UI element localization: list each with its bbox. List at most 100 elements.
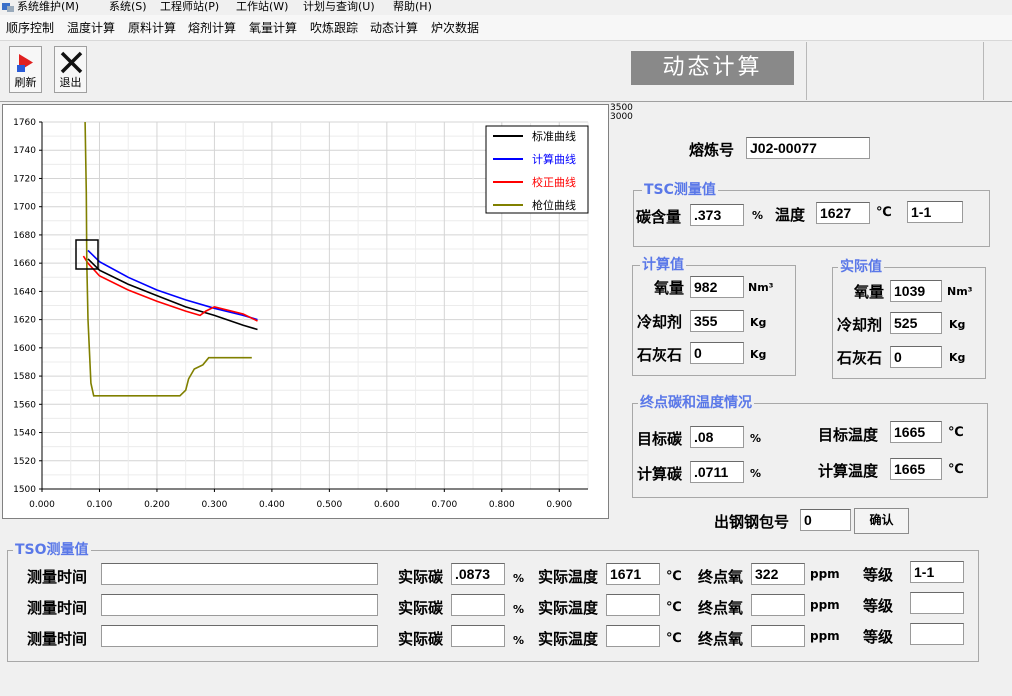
toolbar-divider: [806, 42, 807, 100]
legend-label: 计算曲线: [532, 152, 576, 166]
tso-oxygen-field[interactable]: 322: [751, 563, 805, 585]
y-tick-label: 1580: [13, 372, 36, 382]
tso-time-field[interactable]: [101, 594, 378, 616]
y-tick-label: 1760: [13, 118, 36, 128]
tso-grade-field[interactable]: 1-1: [910, 561, 964, 583]
tso-carbon-unit: %: [513, 572, 525, 585]
nav-item-raw-material[interactable]: 原料计算: [128, 15, 176, 41]
toolbar: 刷新 退出: [0, 41, 1012, 102]
tso-oxygen-label: 终点氧: [698, 630, 744, 648]
calc-coolant-label: 冷却剂: [637, 313, 683, 331]
x-tick-label: 0.100: [87, 500, 113, 510]
tso-oxygen-unit: ppm: [810, 567, 840, 581]
tso-temp-field[interactable]: [606, 625, 660, 647]
calc-carbon-label: 计算碳: [637, 465, 683, 483]
tso-time-label: 测量时间: [27, 568, 88, 586]
y-tick-label: 1540: [13, 429, 36, 439]
calc-oxygen-field[interactable]: 982: [690, 276, 744, 298]
y-tick-label: 1660: [13, 259, 36, 269]
legend-label: 枪位曲线: [532, 198, 576, 212]
menu-item-help[interactable]: 帮助(H): [393, 0, 432, 13]
tso-carbon-field[interactable]: [451, 625, 505, 647]
refresh-label: 刷新: [14, 76, 37, 89]
nav-item-oxygen[interactable]: 氧量计算: [249, 15, 297, 41]
tso-time-field[interactable]: [101, 563, 378, 585]
heat-no-label: 熔炼号: [689, 141, 735, 159]
actual-oxygen-field[interactable]: 1039: [890, 280, 942, 302]
tsc-carbon-field[interactable]: .373: [690, 204, 744, 226]
tso-temp-label: 实际温度: [538, 568, 599, 586]
tso-group-title: TSO测量值: [13, 542, 91, 558]
tsc-temp-field[interactable]: 1627: [816, 202, 870, 224]
dynamic-chart: 1760 1740 1720 1700 1680 1660 1640 1620 1600 1580…: [13, 118, 589, 510]
nav-item-flux[interactable]: 熔剂计算: [188, 15, 236, 41]
target-temp-field[interactable]: 1665: [890, 421, 942, 443]
calc-carbon-field[interactable]: .0711: [690, 461, 744, 483]
tso-temp-unit: ℃: [666, 631, 682, 646]
tso-time-field[interactable]: [101, 625, 378, 647]
actual-coolant-field[interactable]: 525: [890, 312, 942, 334]
menu-item-plan-query[interactable]: 计划与查询(U): [303, 0, 375, 13]
menu-item-workstation[interactable]: 工作站(W): [236, 0, 288, 13]
series-line: [87, 249, 258, 321]
y-tick-label: 1600: [13, 344, 36, 354]
calc-lime-unit: Kg: [750, 348, 767, 361]
tso-carbon-label: 实际碳: [398, 630, 444, 648]
target-carbon-field[interactable]: .08: [690, 426, 744, 448]
menu-item-engineer-station[interactable]: 工程师站(P): [160, 0, 219, 13]
tso-grade-label: 等级: [863, 628, 894, 646]
x-tick-label: 0.400: [259, 500, 285, 510]
nav-item-heat-data[interactable]: 炉次数据: [431, 15, 479, 41]
calc-lime-field[interactable]: 0: [690, 342, 744, 364]
tso-time-label: 测量时间: [27, 599, 88, 617]
secondary-axis-label: 3000: [610, 112, 633, 122]
actual-lime-field[interactable]: 0: [890, 346, 942, 368]
tso-oxygen-unit: ppm: [810, 629, 840, 643]
tso-oxygen-field[interactable]: [751, 625, 805, 647]
tso-carbon-field[interactable]: .0873: [451, 563, 505, 585]
toolbar-divider: [983, 42, 984, 100]
menu-bar: 系统维护(M) 系统(S) 工程师站(P) 工作站(W) 计划与查询(U) 帮助…: [0, 0, 1012, 14]
x-tick-label: 0.200: [144, 500, 170, 510]
y-tick-label: 1680: [13, 231, 36, 241]
chart-legend: 标准曲线计算曲线校正曲线枪位曲线: [485, 125, 589, 214]
tso-grade-field[interactable]: [910, 623, 964, 645]
confirm-button[interactable]: 确认: [854, 508, 909, 534]
heat-no-field[interactable]: J02-00077: [746, 137, 870, 159]
exit-button[interactable]: 退出: [54, 46, 87, 93]
tso-carbon-unit: %: [513, 634, 525, 647]
ladle-label: 出钢钢包号: [714, 513, 790, 531]
series-line: [82, 255, 258, 322]
ladle-field[interactable]: 0: [800, 509, 851, 531]
nav-bar: 顺序控制 温度计算 原料计算 熔剂计算 氧量计算 吹炼跟踪 动态计算 炉次数据: [0, 15, 1012, 41]
tso-carbon-field[interactable]: [451, 594, 505, 616]
x-tick-label: 0.900: [546, 500, 572, 510]
tso-temp-field[interactable]: [606, 594, 660, 616]
tsc-grade-field[interactable]: 1-1: [907, 201, 963, 223]
tso-carbon-label: 实际碳: [398, 599, 444, 617]
tso-carbon-label: 实际碳: [398, 568, 444, 586]
calc-group-title: 计算值: [640, 257, 686, 273]
tso-grade-field[interactable]: [910, 592, 964, 614]
menu-item-system-maintenance[interactable]: 系统维护(M): [17, 0, 79, 13]
refresh-button[interactable]: 刷新: [9, 46, 42, 93]
tso-temp-field[interactable]: 1671: [606, 563, 660, 585]
x-tick-label: 0.300: [202, 500, 228, 510]
nav-item-dynamic-calc[interactable]: 动态计算: [370, 15, 418, 41]
tso-oxygen-field[interactable]: [751, 594, 805, 616]
y-tick-label: 1620: [13, 316, 36, 326]
y-tick-label: 1500: [13, 485, 36, 495]
nav-item-sequence-control[interactable]: 顺序控制: [6, 15, 54, 41]
nav-item-temperature[interactable]: 温度计算: [67, 15, 115, 41]
calc-coolant-field[interactable]: 355: [690, 310, 744, 332]
x-tick-label: 0.700: [431, 500, 457, 510]
secondary-axis-labels: 3500 3000: [610, 104, 633, 122]
calc-temp-field[interactable]: 1665: [890, 458, 942, 480]
tsc-carbon-label: 碳含量: [636, 208, 682, 226]
target-carbon-unit: %: [750, 432, 762, 445]
nav-item-blow-tracking[interactable]: 吹炼跟踪: [310, 15, 358, 41]
menu-item-system[interactable]: 系统(S): [109, 0, 147, 13]
y-tick-label: 1740: [13, 146, 36, 156]
target-temp-label: 目标温度: [818, 426, 879, 444]
tsc-temp-unit: ℃: [876, 205, 892, 220]
